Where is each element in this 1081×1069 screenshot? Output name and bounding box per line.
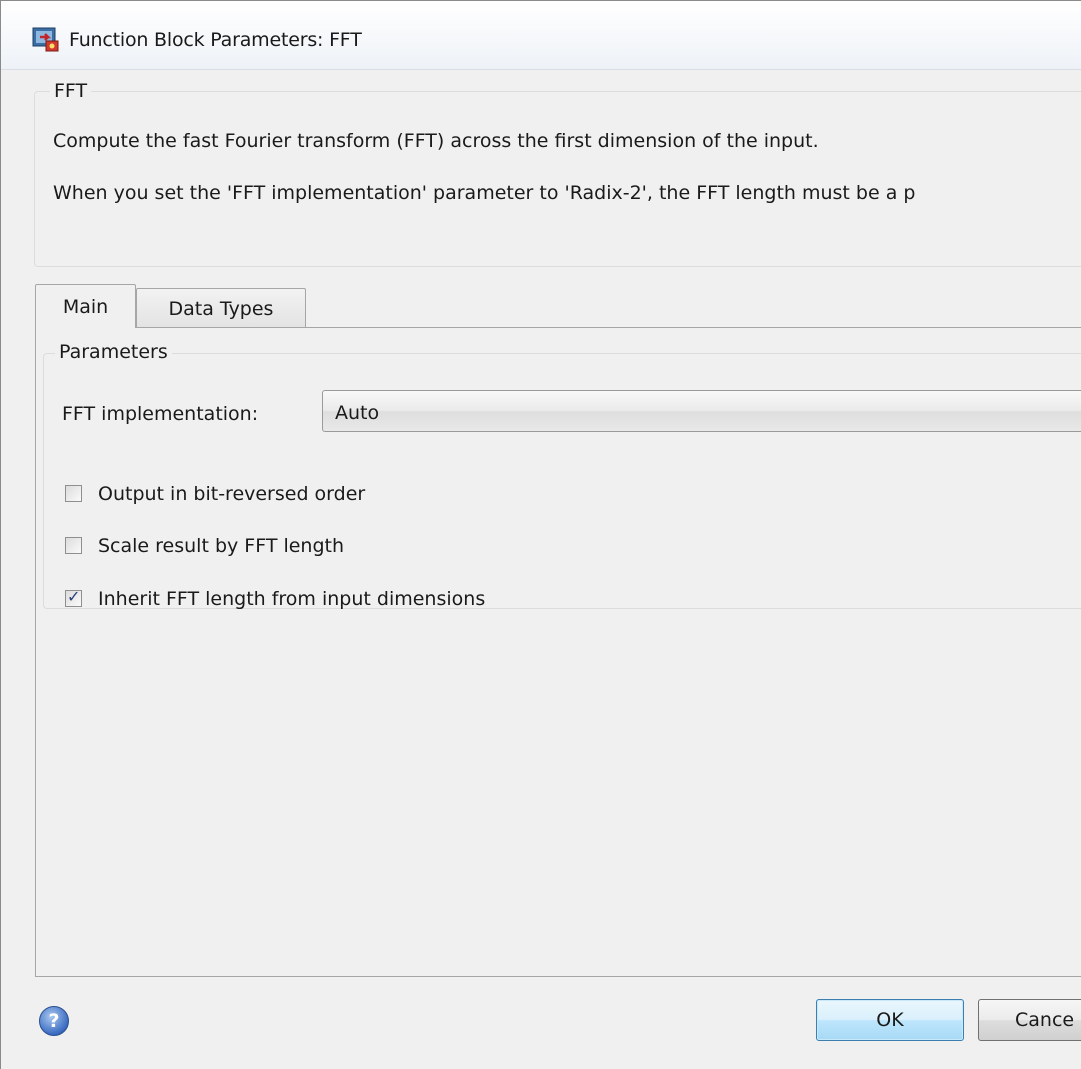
tab-data-types[interactable]: Data Types bbox=[136, 288, 306, 328]
fft-implementation-dropdown[interactable]: Auto bbox=[322, 390, 1081, 432]
simulink-block-icon bbox=[32, 27, 59, 52]
bit-reversed-order-label[interactable]: Output in bit-reversed order bbox=[98, 483, 365, 505]
bit-reversed-order-checkbox[interactable] bbox=[65, 485, 82, 502]
help-icon[interactable]: ? bbox=[39, 1006, 69, 1036]
dialog-window: Function Block Parameters: FFT FFT Compu… bbox=[0, 0, 1081, 1069]
parameters-group-label: Parameters bbox=[55, 341, 172, 363]
window-title: Function Block Parameters: FFT bbox=[69, 29, 362, 51]
title-bar[interactable]: Function Block Parameters: FFT bbox=[1, 1, 1081, 70]
ok-button[interactable]: OK bbox=[816, 999, 964, 1041]
scale-result-label[interactable]: Scale result by FFT length bbox=[98, 535, 344, 557]
description-text-1: Compute the fast Fourier transform (FFT)… bbox=[53, 130, 819, 152]
cancel-button[interactable]: Cance bbox=[978, 999, 1081, 1041]
parameters-group: Parameters FFT implementation: Auto Outp… bbox=[43, 341, 1081, 610]
tab-panel-main: Parameters FFT implementation: Auto Outp… bbox=[35, 327, 1081, 977]
inherit-fft-length-checkbox[interactable]: ✓ bbox=[65, 587, 82, 607]
fft-implementation-value: Auto bbox=[335, 402, 380, 424]
checkmark-icon: ✓ bbox=[67, 587, 81, 606]
inherit-fft-length-label[interactable]: Inherit FFT length from input dimensions bbox=[98, 588, 485, 610]
tab-main[interactable]: Main bbox=[35, 284, 136, 328]
fft-implementation-label: FFT implementation: bbox=[62, 403, 259, 425]
description-text-2: When you set the 'FFT implementation' pa… bbox=[53, 182, 916, 204]
description-group-label: FFT bbox=[50, 80, 92, 102]
description-group: FFT Compute the fast Fourier transform (… bbox=[34, 80, 1081, 267]
scale-result-checkbox[interactable] bbox=[65, 537, 82, 554]
